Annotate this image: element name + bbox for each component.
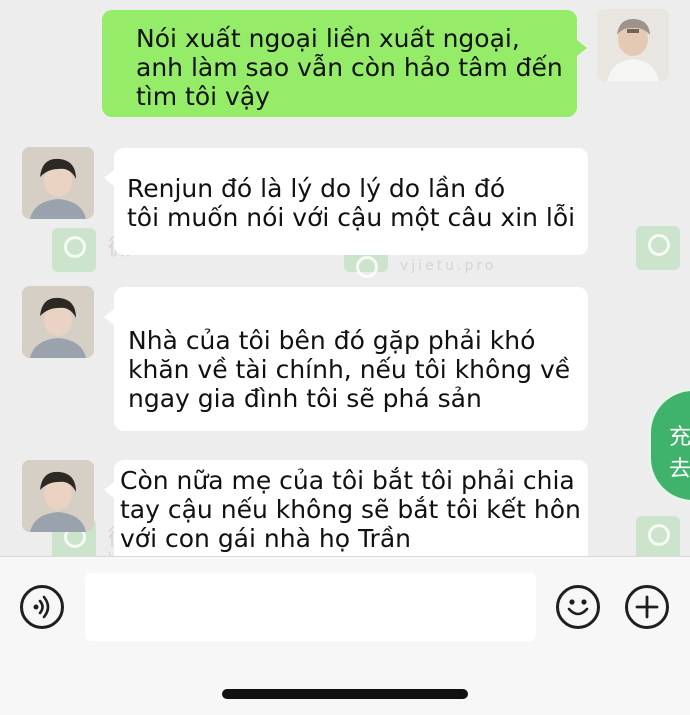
- bottom-safe-area: [0, 656, 690, 715]
- message-text: Còn nữa mẹ của tôi bắt tôi phải chia tay…: [120, 466, 581, 553]
- bubble-tail: [104, 482, 114, 498]
- message-bubble-received[interactable]: Còn nữa mẹ của tôi bắt tôi phải chia tay…: [104, 460, 588, 556]
- floating-button-line1: 充: [669, 425, 690, 450]
- emoji-icon: [567, 599, 589, 616]
- voice-icon: [33, 595, 50, 619]
- message-text: Renjun đó là lý do lý do lần đó tôi muốn…: [127, 174, 576, 232]
- plus-button[interactable]: [625, 585, 669, 629]
- contact-avatar[interactable]: [22, 147, 94, 219]
- person-icon: [597, 9, 669, 81]
- input-bar: [0, 556, 690, 657]
- message-input[interactable]: [85, 573, 536, 641]
- message-text: Nói xuất ngoại liền xuất ngoại, anh làm …: [136, 24, 563, 111]
- home-indicator[interactable]: [222, 689, 468, 699]
- user-avatar[interactable]: [597, 9, 669, 81]
- watermark-logo: [636, 516, 680, 556]
- message-bubble-received[interactable]: Renjun đó là lý do lý do lần đó tôi muốn…: [104, 148, 588, 255]
- plus-icon: [635, 595, 659, 619]
- chat-messages[interactable]: 微 vjietu.pro 微 vjietu.pro Nói xuất ngoại…: [0, 0, 690, 556]
- person-icon: [22, 460, 94, 532]
- person-icon: [22, 286, 94, 358]
- message-bubble-sent[interactable]: Nói xuất ngoại liền xuất ngoại, anh làm …: [102, 10, 587, 117]
- bubble-tail: [104, 309, 114, 325]
- contact-avatar[interactable]: [22, 286, 94, 358]
- person-icon: [22, 147, 94, 219]
- floating-action-button[interactable]: 充 去: [648, 388, 690, 503]
- watermark-text: vjietu.pro: [400, 258, 497, 274]
- contact-avatar[interactable]: [22, 460, 94, 532]
- emoji-button[interactable]: [556, 585, 600, 629]
- bubble-tail: [577, 40, 587, 56]
- message-bubble-received[interactable]: Nhà của tôi bên đó gặp phải khó khăn về …: [104, 287, 588, 431]
- watermark-logo: [52, 228, 96, 272]
- message-text: Nhà của tôi bên đó gặp phải khó khăn về …: [128, 326, 571, 413]
- floating-button-line2: 去: [669, 457, 690, 482]
- bubble-tail: [104, 170, 114, 186]
- watermark-logo: [636, 226, 680, 270]
- voice-button[interactable]: [20, 585, 64, 629]
